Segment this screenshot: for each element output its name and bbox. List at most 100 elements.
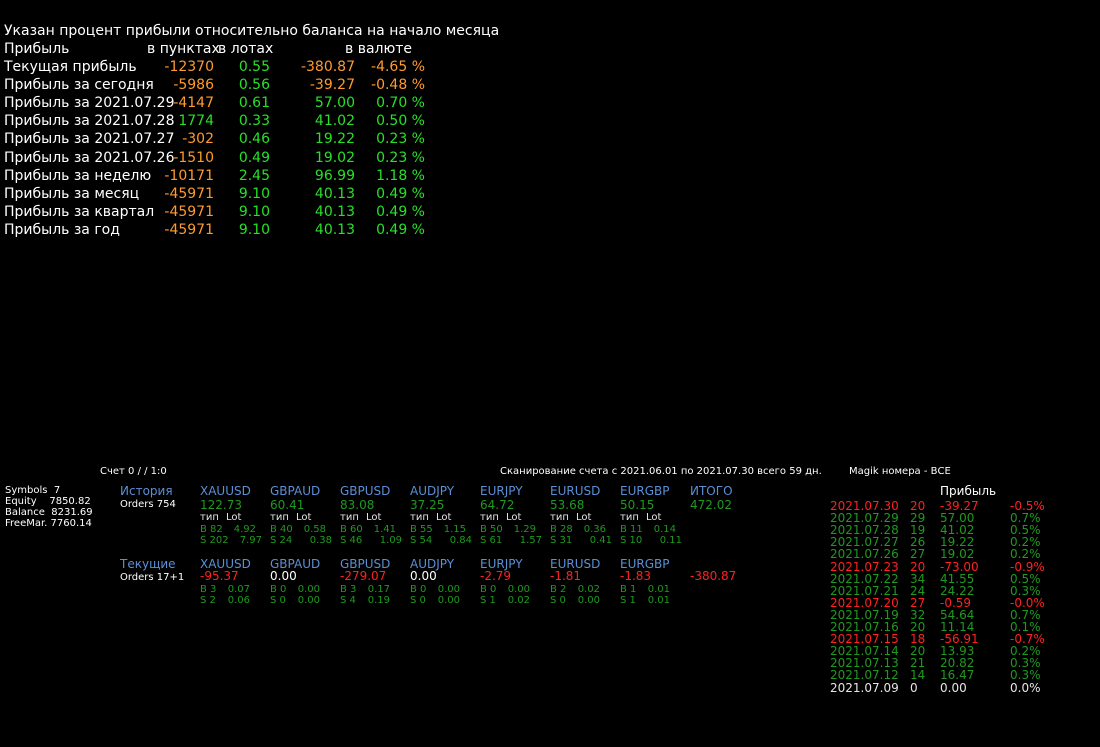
history-type-label: тип	[270, 512, 289, 523]
history-symbol-profit: 83.08	[340, 498, 375, 512]
current-symbol-profit: -279.07	[340, 569, 387, 583]
current-symbol-profit: -1.81	[550, 569, 582, 583]
history-lot-label: Lot	[296, 512, 312, 523]
current-buy-lot: 0.00	[507, 584, 530, 595]
profit-row-percent: 0.49 %	[376, 203, 425, 220]
history-buy-lot: 4.92	[233, 524, 256, 535]
profit-row-points: -5986	[173, 77, 214, 94]
current-buy-lot: 0.01	[647, 584, 670, 595]
history-lot-label: Lot	[506, 512, 522, 523]
account-summary: Symbols 7 Equity 7850.82 Balance 8231.69…	[5, 485, 93, 529]
profit-row-label: Прибыль за сегодня	[4, 77, 154, 94]
current-sell-lot: 0.19	[367, 595, 390, 606]
profit-row-percent: -4.65 %	[371, 59, 425, 75]
history-type-label: тип	[200, 512, 219, 523]
current-total-value: -380.87	[690, 569, 737, 583]
history-sell-lot: 0.38	[309, 535, 332, 546]
profit-row-label: Прибыль за 2021.07.27	[4, 131, 175, 148]
profit-row-lots: 0.49	[238, 149, 270, 166]
profit-row-percent: 0.49 %	[376, 221, 425, 238]
current-buy-lot: 0.17	[367, 584, 390, 595]
history-type-label: тип	[410, 512, 429, 523]
panel-title: Указан процент прибыли относительно бала…	[4, 23, 500, 39]
profit-row-currency: -39.27	[309, 77, 355, 94]
profit-row-lots: 9.10	[238, 203, 270, 220]
history-symbol: GBPUSD	[340, 484, 391, 498]
history-buy-lot: 0.58	[303, 524, 326, 535]
history-type-label: тип	[550, 512, 569, 523]
history-type-label: тип	[340, 512, 359, 523]
profit-row-percent: 1.18 %	[376, 167, 425, 184]
history-symbol-profit: 50.15	[620, 498, 655, 512]
daily-row-count: 0	[910, 680, 918, 695]
history-symbol: EURJPY	[480, 484, 523, 498]
daily-row-percent: 0.0%	[1010, 680, 1041, 695]
equity-label: Equity	[5, 496, 37, 507]
profit-row-lots: 0.33	[238, 113, 270, 130]
current-buy-lot: 0.00	[437, 584, 460, 595]
profit-row-label: Прибыль за квартал	[4, 203, 155, 220]
history-symbol-profit: 53.68	[550, 498, 585, 512]
current-symbol-profit: -1.83	[620, 569, 652, 583]
history-type-label: тип	[480, 512, 499, 523]
history-title: История	[120, 484, 173, 498]
profit-row-percent: 0.49 %	[376, 185, 425, 202]
profit-row-points: -45971	[164, 185, 214, 202]
history-sell-count: S 10	[620, 535, 643, 546]
profit-row-points: 1774	[178, 113, 214, 130]
profit-row-currency: 57.00	[314, 95, 355, 112]
profit-row-label: Прибыль за месяц	[4, 185, 140, 202]
history-orders: Orders 754	[120, 499, 176, 510]
profit-row-points: -302	[182, 131, 214, 148]
profit-row-lots: 0.46	[238, 131, 270, 148]
profit-row-percent: 0.23 %	[376, 149, 425, 166]
profit-row-lots: 9.10	[238, 185, 270, 202]
profit-row-percent: 0.70 %	[376, 95, 425, 112]
profit-row-lots: 0.61	[238, 95, 270, 112]
current-sell-lot: 0.00	[437, 595, 460, 606]
history-buy-lot: 1.15	[443, 524, 466, 535]
history-symbol-profit: 122.73	[200, 498, 242, 512]
history-total-label: ИТОГО	[690, 484, 733, 498]
profit-row-points: -45971	[164, 203, 214, 220]
current-title: Текущие	[120, 557, 176, 571]
profit-row-label: Прибыль за 2021.07.26	[4, 149, 175, 166]
current-buy-lot: 0.00	[297, 584, 320, 595]
history-sell-count: S 54	[410, 535, 433, 546]
history-symbol: XAUUSD	[200, 484, 251, 498]
history-sell-count: S 31	[550, 535, 573, 546]
profit-row-currency: 40.13	[314, 203, 355, 220]
account-info: Счет 0 / / 1:0	[100, 466, 167, 477]
profit-row-lots: 0.55	[238, 59, 270, 75]
daily-title: Прибыль	[940, 484, 997, 498]
profit-row-currency: 41.02	[314, 113, 355, 130]
history-symbol-profit: 37.25	[410, 498, 445, 512]
profit-row-currency: 40.13	[314, 221, 355, 238]
daily-row-date: 2021.07.09	[830, 680, 899, 695]
profit-row-label: Прибыль за 2021.07.28	[4, 113, 175, 130]
history-sell-lot: 1.09	[379, 535, 402, 546]
history-buy-lot: 0.14	[653, 524, 676, 535]
current-sell-lot: 0.01	[647, 595, 670, 606]
current-symbol-profit: 0.00	[270, 569, 297, 583]
profit-row-currency: -380.87	[300, 59, 355, 75]
freemar-value: 7760.14	[50, 518, 92, 529]
col-header-name: Прибыль	[4, 41, 70, 57]
current-buy-lot: 0.02	[577, 584, 600, 595]
history-symbol: AUDJPY	[410, 484, 455, 498]
history-sell-count: S 24	[270, 535, 293, 546]
col-header-points: в пунктах	[147, 41, 220, 57]
symbols-value: 7	[53, 485, 61, 496]
profit-row-percent: -0.48 %	[371, 77, 425, 94]
profit-row-points: -10171	[164, 167, 214, 184]
history-symbol-profit: 60.41	[270, 498, 305, 512]
history-symbol: EURGBP	[620, 484, 670, 498]
current-symbol-profit: -95.37	[200, 569, 239, 583]
history-sell-lot: 0.11	[659, 535, 682, 546]
profit-row-percent: 0.23 %	[376, 131, 425, 148]
profit-row-percent: 0.50 %	[376, 113, 425, 130]
symbols-label: Symbols	[5, 485, 48, 496]
history-total-value: 472.02	[690, 498, 732, 512]
profit-row-lots: 2.45	[238, 167, 270, 184]
current-sell-lot: 0.00	[577, 595, 600, 606]
